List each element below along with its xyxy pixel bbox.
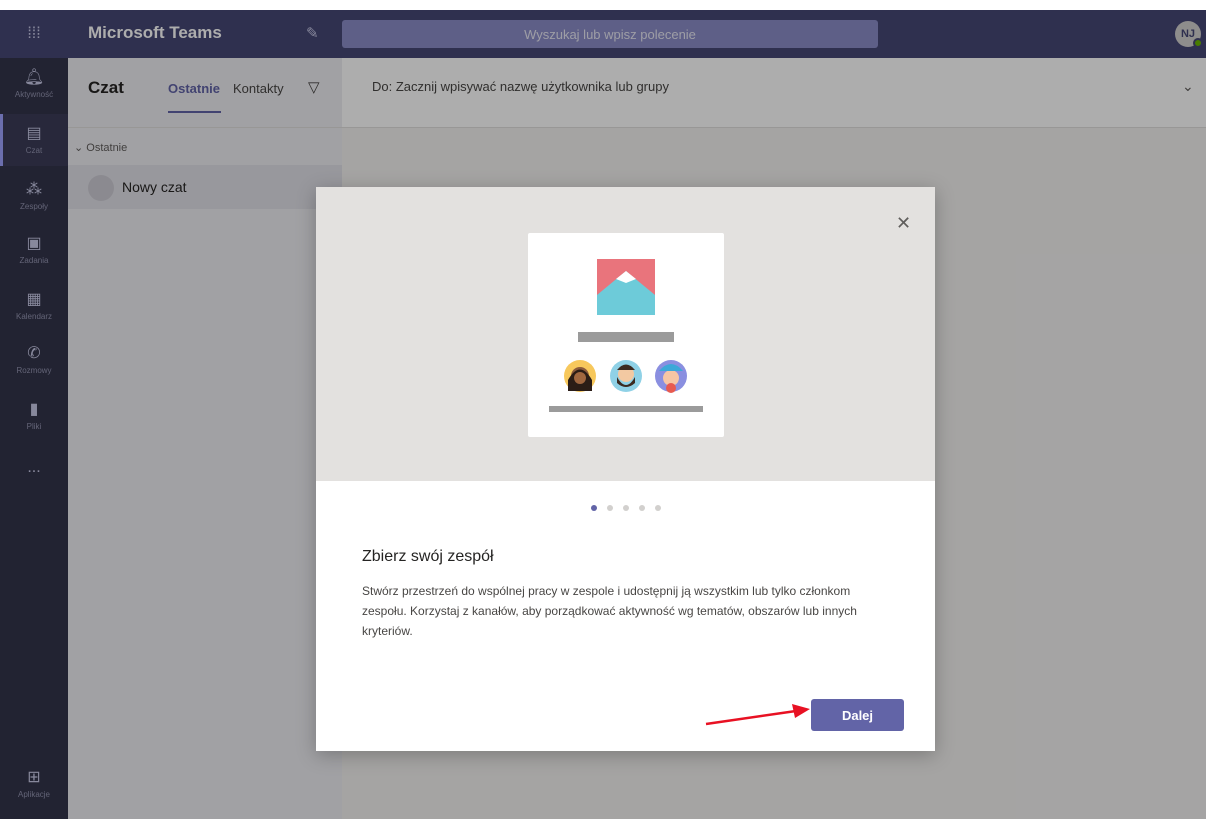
pagination-dots [316,505,935,511]
dialog-description: Stwórz przestrzeń do wspólnej pracy w ze… [362,584,857,638]
next-button[interactable]: Dalej [811,699,904,731]
team-illustration [528,233,724,437]
team-illustration-svg [549,259,703,412]
welcome-dialog: ✕ Zbierz swój zespół Stwórz przestrzeń d… [316,187,935,751]
close-icon[interactable]: ✕ [896,213,911,234]
dialog-illustration-area: ✕ [316,187,935,481]
page-dot[interactable] [654,505,661,511]
dialog-heading: Zbierz swój zespół [362,548,494,565]
page-dot[interactable] [622,505,629,511]
page-dot[interactable] [606,505,613,511]
page-dot-active[interactable] [590,505,597,511]
page-dot[interactable] [638,505,645,511]
teams-window: ⁞⁞⁞ Microsoft Teams ✎ Wyszukaj lub wpisz… [0,10,1206,819]
red-arrow-annotation [705,704,810,726]
